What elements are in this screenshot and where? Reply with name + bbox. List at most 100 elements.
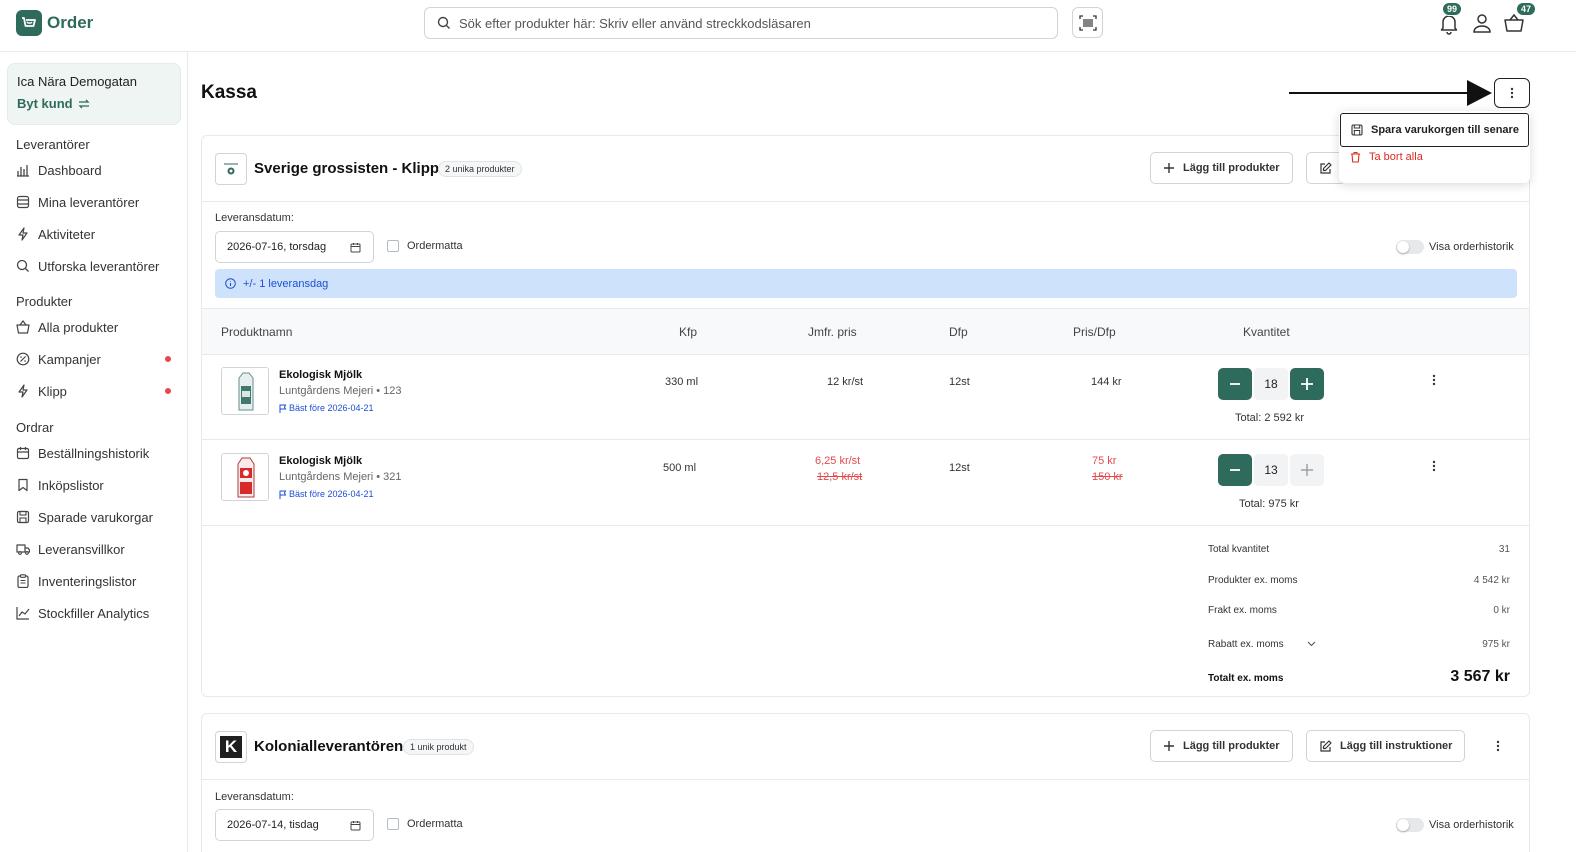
sidebar-item-explore-suppliers[interactable]: Utforska leverantörer <box>16 255 176 277</box>
cart-logo-icon <box>16 10 42 36</box>
order-history-toggle[interactable]: Visa orderhistorik <box>1396 818 1514 832</box>
basket-icon <box>1504 13 1526 33</box>
sidebar-item-inventory-lists[interactable]: Inventeringslistor <box>16 570 176 592</box>
product-image <box>221 453 269 501</box>
summary-discount[interactable]: Rabatt ex. moms 975 kr <box>1208 639 1510 650</box>
sidebar-item-label: Klipp <box>38 383 67 399</box>
delivery-date-value: 2026-07-14, tisdag <box>227 819 319 831</box>
page-menu-button[interactable] <box>1494 78 1530 108</box>
barcode-scan-button[interactable] <box>1072 7 1103 38</box>
save-cart-menu-item[interactable]: Spara varukorgen till senare <box>1340 113 1529 147</box>
sidebar-item-analytics[interactable]: Stockfiller Analytics <box>16 602 176 624</box>
summary-value: 31 <box>1498 544 1510 555</box>
bookmark-icon <box>16 478 30 492</box>
unique-products-tag: 2 unika produkter <box>438 161 522 177</box>
sidebar-item-activities[interactable]: Aktiviteter <box>16 223 176 245</box>
col-dfp: Dfp <box>949 325 968 339</box>
summary-total: Totalt ex. moms 3 567 kr <box>1208 668 1510 685</box>
checkbox-box[interactable] <box>387 240 399 252</box>
decrease-button[interactable] <box>1218 368 1252 400</box>
line-chart-icon <box>16 606 30 620</box>
bolt-icon <box>16 227 30 241</box>
sidebar-item-label: Aktiviteter <box>38 226 96 242</box>
supplier-name: Sverige grossisten - Klipp <box>254 160 440 177</box>
sidebar-item-label: Kampanjer <box>38 351 101 367</box>
summary-value: 975 kr <box>1482 639 1510 650</box>
ordermatta-label: Ordermatta <box>407 818 463 830</box>
notification-dot <box>165 388 171 394</box>
row-menu-button[interactable] <box>1432 374 1444 390</box>
product-price-old: 150 kr <box>1092 471 1123 483</box>
row-menu-button[interactable] <box>1432 460 1444 476</box>
cart-button[interactable]: 47 <box>1504 2 1537 35</box>
app-logo[interactable]: Order <box>16 10 93 36</box>
table-row: Ekologisk Mjölk Luntgårdens Mejeri • 123… <box>202 354 1529 440</box>
increase-button[interactable] <box>1290 368 1324 400</box>
user-icon <box>1472 13 1494 33</box>
delivery-date-label: Leveransdatum: <box>215 791 294 803</box>
decrease-button[interactable] <box>1218 454 1252 486</box>
add-instructions-button[interactable]: Lägg till instruktioner <box>1306 730 1466 762</box>
sidebar-item-klipp[interactable]: Klipp <box>16 380 176 402</box>
product-jmfr-old: 12,5 kr/st <box>817 471 863 483</box>
delivery-date-picker[interactable]: 2026-07-14, tisdag <box>215 809 374 841</box>
bolt-icon <box>16 384 30 398</box>
switch-customer-link[interactable]: Byt kund <box>17 96 171 111</box>
summary-total-quantity: Total kvantitet 31 <box>1208 544 1510 555</box>
ordermatta-checkbox[interactable]: Ordermatta <box>387 240 463 252</box>
col-kfp: Kfp <box>679 325 698 339</box>
sidebar-item-saved-carts[interactable]: Sparade varukorgar <box>16 506 176 528</box>
delivery-date-picker[interactable]: 2026-07-16, torsdag <box>215 231 374 263</box>
sidebar-item-label: Utforska leverantörer <box>38 258 160 274</box>
summary-label: Frakt ex. moms <box>1208 605 1277 616</box>
order-history-toggle[interactable]: Visa orderhistorik <box>1396 240 1514 254</box>
clipboard-icon <box>16 574 30 588</box>
section-orders: Ordrar <box>16 420 54 435</box>
checkbox-box[interactable] <box>387 818 399 830</box>
page-dropdown-menu: Spara varukorgen till senare Ta bort all… <box>1339 111 1530 183</box>
sidebar-item-all-products[interactable]: Alla produkter <box>16 316 176 338</box>
calendar-icon <box>16 446 30 460</box>
info-icon <box>225 278 236 289</box>
sidebar-item-dashboard[interactable]: Dashboard <box>16 159 176 181</box>
supplier-menu-button[interactable] <box>1496 740 1500 752</box>
profile-button[interactable] <box>1472 13 1494 35</box>
toggle-switch[interactable] <box>1396 818 1424 832</box>
quantity-value[interactable]: 18 <box>1254 368 1288 400</box>
toggle-switch[interactable] <box>1396 240 1424 254</box>
increase-button[interactable] <box>1290 454 1324 486</box>
sidebar-item-label: Beställningshistorik <box>38 445 150 461</box>
supplier-card-header: K Kolonialleverantören 1 unik produkt Lä… <box>202 714 1529 780</box>
summary-label: Total kvantitet <box>1208 544 1270 555</box>
search-box[interactable] <box>424 7 1058 39</box>
sidebar-item-label: Alla produkter <box>38 319 119 335</box>
sidebar-item-order-history[interactable]: Beställningshistorik <box>16 442 176 464</box>
quantity-value[interactable]: 13 <box>1254 454 1288 486</box>
calendar-icon <box>350 820 361 831</box>
notifications-button[interactable]: 99 <box>1439 2 1463 35</box>
save-cart-label: Spara varukorgen till senare <box>1371 124 1519 136</box>
add-products-button[interactable]: Lägg till produkter <box>1150 730 1293 762</box>
sidebar-item-my-suppliers[interactable]: Mina leverantörer <box>16 191 176 213</box>
add-products-button[interactable]: Lägg till produkter <box>1150 152 1293 184</box>
more-vertical-icon <box>1496 740 1500 752</box>
delete-all-menu-item[interactable]: Ta bort alla <box>1350 151 1423 163</box>
section-products: Produkter <box>16 294 73 309</box>
product-name: Ekologisk Mjölk <box>279 455 363 467</box>
sidebar-item-campaigns[interactable]: Kampanjer <box>16 348 176 370</box>
edit-icon <box>1319 739 1332 753</box>
sidebar-item-label: Dashboard <box>38 162 102 178</box>
delivery-info-banner: +/- 1 leveransdag <box>215 269 1517 298</box>
database-icon <box>16 195 30 209</box>
plus-icon <box>1300 463 1314 477</box>
sidebar-item-purchase-lists[interactable]: Inköpslistor <box>16 474 176 496</box>
ordermatta-checkbox[interactable]: Ordermatta <box>387 818 463 830</box>
product-name: Ekologisk Mjölk <box>279 369 363 381</box>
product-jmfr: 12 kr/st <box>827 376 864 388</box>
sidebar-item-label: Stockfiller Analytics <box>38 605 150 621</box>
sidebar-item-delivery-terms[interactable]: Leveransvillkor <box>16 538 176 560</box>
notification-dot <box>165 356 171 362</box>
search-input[interactable] <box>459 15 1057 31</box>
product-image <box>221 367 269 415</box>
summary-value: 4 542 kr <box>1473 575 1510 586</box>
